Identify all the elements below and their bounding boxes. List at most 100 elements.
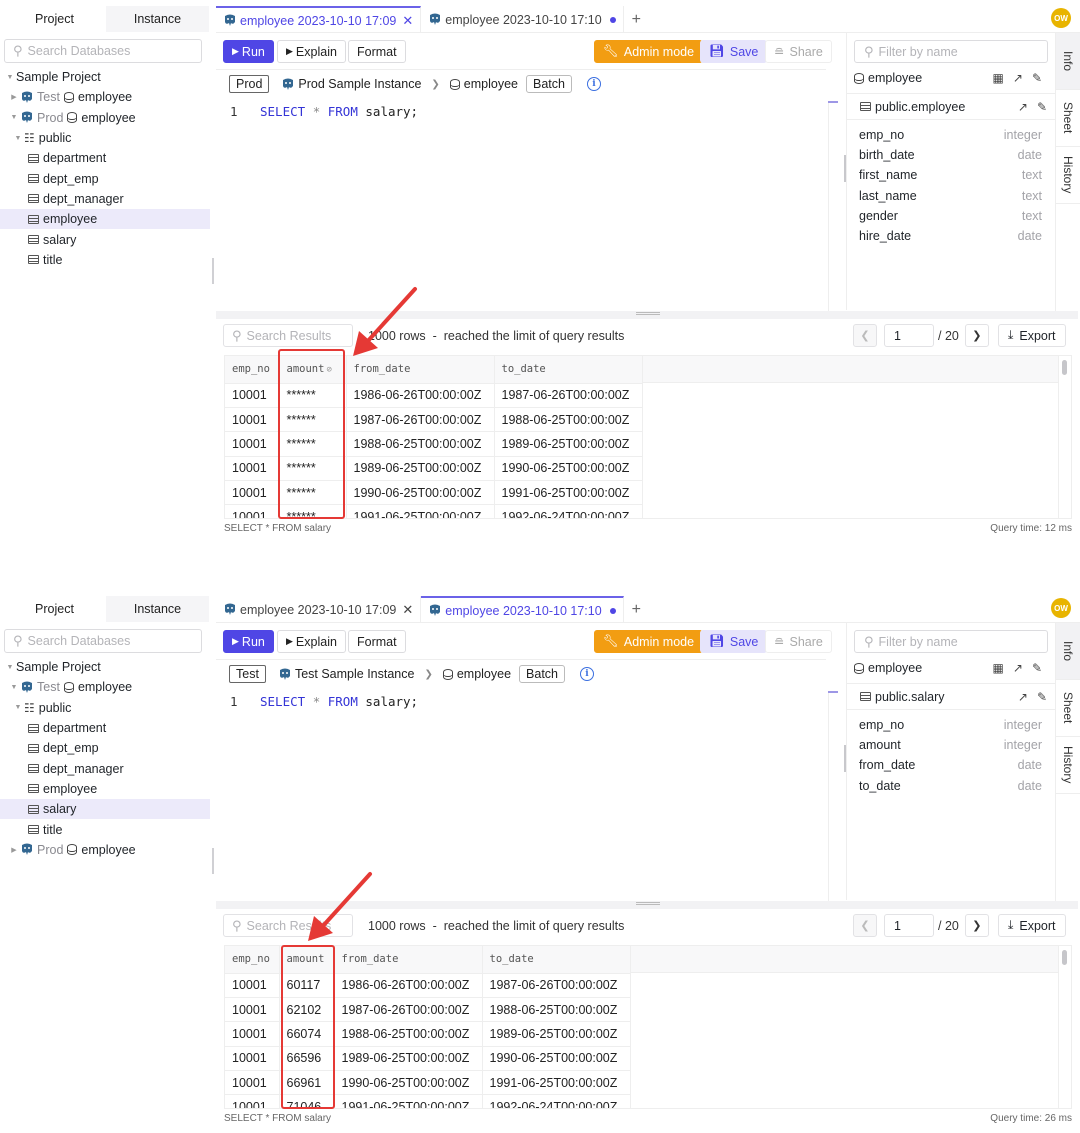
caret-right-icon[interactable]: ▶ xyxy=(8,846,20,854)
cell-from_date[interactable]: 1988-06-25T00:00:00Z xyxy=(346,431,495,457)
cell-to_date[interactable]: 1988-06-25T00:00:00Z xyxy=(494,407,643,433)
column-item[interactable]: from_date date xyxy=(859,755,1042,775)
query-tab[interactable]: employee 2023-10-10 17:10 xyxy=(421,6,624,33)
cell-emp_no[interactable]: 10001 xyxy=(225,431,280,457)
table-row[interactable]: 10001 ****** 1990-06-25T00:00:00Z 1991-06-2… xyxy=(225,480,643,506)
cell-to_date[interactable]: 1987-06-26T00:00:00Z xyxy=(482,973,631,998)
cell-from_date[interactable]: 1989-06-25T00:00:00Z xyxy=(346,456,495,482)
cell-amount[interactable]: ****** xyxy=(279,456,347,482)
cell-to_date[interactable]: 1992-06-24T00:00:00Z xyxy=(494,504,643,518)
column-header-to_date[interactable]: to_date xyxy=(494,356,643,384)
sidebar-resize-handle[interactable] xyxy=(212,848,214,874)
cell-amount[interactable]: ****** xyxy=(279,504,347,518)
format-button[interactable]: Format xyxy=(348,630,406,653)
column-header-amount[interactable]: amount ⊘ xyxy=(279,356,347,384)
cell-amount[interactable]: 66961 xyxy=(279,1070,335,1096)
external-link-icon[interactable]: ↗ xyxy=(1018,690,1028,704)
next-page-button[interactable]: ❯ xyxy=(964,914,989,937)
side-tab-info[interactable]: Info xyxy=(1056,33,1080,90)
sql-editor[interactable]: 1 SELECT * FROM salary; xyxy=(230,694,418,709)
cell-from_date[interactable]: 1987-06-26T00:00:00Z xyxy=(334,997,483,1023)
table-row[interactable]: 10001 60117 1986-06-26T00:00:00Z 1987-06-26… xyxy=(225,973,631,998)
user-avatar[interactable]: OW xyxy=(1051,8,1071,28)
cell-to_date[interactable]: 1991-06-25T00:00:00Z xyxy=(482,1070,631,1096)
tree-item-database[interactable]: ▶ Prod employee xyxy=(0,840,210,860)
column-item[interactable]: last_name text xyxy=(859,186,1042,206)
tree-item-table[interactable]: employee xyxy=(0,779,210,799)
schema-database-row[interactable]: employee ▦ ↗ ✎ xyxy=(854,658,1050,678)
table-row[interactable]: 10001 66961 1990-06-25T00:00:00Z 1991-06-25… xyxy=(225,1070,631,1096)
cell-emp_no[interactable]: 10001 xyxy=(225,504,280,518)
admin-mode-button[interactable]: 🔧︎ Admin mode xyxy=(594,630,704,653)
info-icon[interactable]: i xyxy=(586,77,601,91)
schema-diagram-icon[interactable]: ▦ xyxy=(993,661,1004,675)
query-tab[interactable]: employee 2023-10-10 17:10 xyxy=(421,596,624,623)
tab-instance[interactable]: Instance xyxy=(106,596,209,622)
schema-diagram-icon[interactable]: ▦ xyxy=(993,71,1004,85)
schema-database-row[interactable]: employee ▦ ↗ ✎ xyxy=(854,68,1050,88)
query-tab[interactable]: employee 2023-10-10 17:09 ✕ xyxy=(216,6,422,33)
tree-item-table[interactable]: department xyxy=(0,148,210,168)
tree-item-table[interactable]: title xyxy=(0,250,210,270)
side-tab-history[interactable]: History xyxy=(1056,147,1080,204)
column-header-emp_no[interactable]: emp_no xyxy=(225,946,280,974)
admin-mode-button[interactable]: 🔧︎ Admin mode xyxy=(594,40,704,63)
batch-button[interactable]: Batch xyxy=(519,665,566,683)
cell-emp_no[interactable]: 10001 xyxy=(225,973,280,998)
table-row[interactable]: 10001 71046 1991-06-25T00:00:00Z 1992-06-24… xyxy=(225,1094,631,1108)
sql-editor[interactable]: 1 SELECT * FROM salary; xyxy=(230,104,418,119)
cell-emp_no[interactable]: 10001 xyxy=(225,480,280,506)
filter-by-name-input[interactable]: ⚲ Filter by name xyxy=(854,40,1048,63)
next-page-button[interactable]: ❯ xyxy=(964,324,989,347)
cell-to_date[interactable]: 1991-06-25T00:00:00Z xyxy=(494,480,643,506)
side-tab-sheet[interactable]: Sheet xyxy=(1056,680,1080,737)
cell-from_date[interactable]: 1986-06-26T00:00:00Z xyxy=(334,973,483,998)
cell-emp_no[interactable]: 10001 xyxy=(225,997,280,1023)
edit-icon[interactable]: ✎ xyxy=(1037,690,1047,704)
caret-down-icon[interactable]: ▼ xyxy=(12,704,24,711)
column-item[interactable]: emp_no integer xyxy=(859,715,1042,735)
column-item[interactable]: to_date date xyxy=(859,776,1042,796)
schema-table-row[interactable]: public.employee ↗ ✎ xyxy=(847,93,1055,120)
cell-from_date[interactable]: 1986-06-26T00:00:00Z xyxy=(346,383,495,408)
user-avatar[interactable]: OW xyxy=(1051,598,1071,618)
format-button[interactable]: Format xyxy=(348,40,406,63)
cell-to_date[interactable]: 1989-06-25T00:00:00Z xyxy=(494,431,643,457)
cell-amount[interactable]: ****** xyxy=(279,480,347,506)
search-databases-input[interactable]: ⚲ Search Databases xyxy=(4,629,202,653)
save-button[interactable]: 💾︎ Save xyxy=(700,630,768,653)
vertical-scrollbar[interactable] xyxy=(1058,356,1071,518)
cell-to_date[interactable]: 1989-06-25T00:00:00Z xyxy=(482,1021,631,1047)
batch-button[interactable]: Batch xyxy=(526,75,572,93)
prev-page-button[interactable]: ❮ xyxy=(853,914,877,937)
editor-results-splitter[interactable] xyxy=(216,901,1078,909)
sidebar-resize-handle[interactable] xyxy=(212,258,214,284)
table-row[interactable]: 10001 ****** 1988-06-25T00:00:00Z 1989-06-2… xyxy=(225,431,643,457)
schema-table-row[interactable]: public.salary ↗ ✎ xyxy=(847,683,1055,710)
table-row[interactable]: 10001 ****** 1986-06-26T00:00:00Z 1987-06-2… xyxy=(225,383,643,408)
tree-item-table[interactable]: salary xyxy=(0,799,210,820)
cell-amount[interactable]: 66596 xyxy=(279,1046,335,1072)
cell-emp_no[interactable]: 10001 xyxy=(225,407,280,433)
export-button[interactable]: ⤓ Export xyxy=(997,914,1066,937)
tree-item-schema[interactable]: ▼ ☷ public xyxy=(0,128,210,148)
query-tab[interactable]: employee 2023-10-10 17:09 ✕ xyxy=(216,596,422,623)
editor-results-splitter[interactable] xyxy=(216,311,1078,319)
cell-from_date[interactable]: 1989-06-25T00:00:00Z xyxy=(334,1046,483,1072)
search-databases-input[interactable]: ⚲ Search Databases xyxy=(4,39,202,63)
cell-emp_no[interactable]: 10001 xyxy=(225,1021,280,1047)
tree-item-project[interactable]: ▼ Sample Project xyxy=(0,67,210,87)
cell-from_date[interactable]: 1991-06-25T00:00:00Z xyxy=(346,504,495,518)
caret-down-icon[interactable]: ▼ xyxy=(8,684,20,691)
side-tab-info[interactable]: Info xyxy=(1056,623,1080,680)
save-button[interactable]: 💾︎ Save xyxy=(700,40,768,63)
column-header-to_date[interactable]: to_date xyxy=(482,946,631,974)
cell-emp_no[interactable]: 10001 xyxy=(225,1094,280,1108)
caret-down-icon[interactable]: ▼ xyxy=(4,74,16,81)
table-row[interactable]: 10001 ****** 1991-06-25T00:00:00Z 1992-06-2… xyxy=(225,504,643,518)
tree-item-schema[interactable]: ▼ ☷ public xyxy=(0,698,210,718)
cell-amount[interactable]: 66074 xyxy=(279,1021,335,1047)
run-button[interactable]: ▶ Run xyxy=(223,630,274,653)
table-row[interactable]: 10001 62102 1987-06-26T00:00:00Z 1988-06-25… xyxy=(225,997,631,1023)
cell-from_date[interactable]: 1987-06-26T00:00:00Z xyxy=(346,407,495,433)
